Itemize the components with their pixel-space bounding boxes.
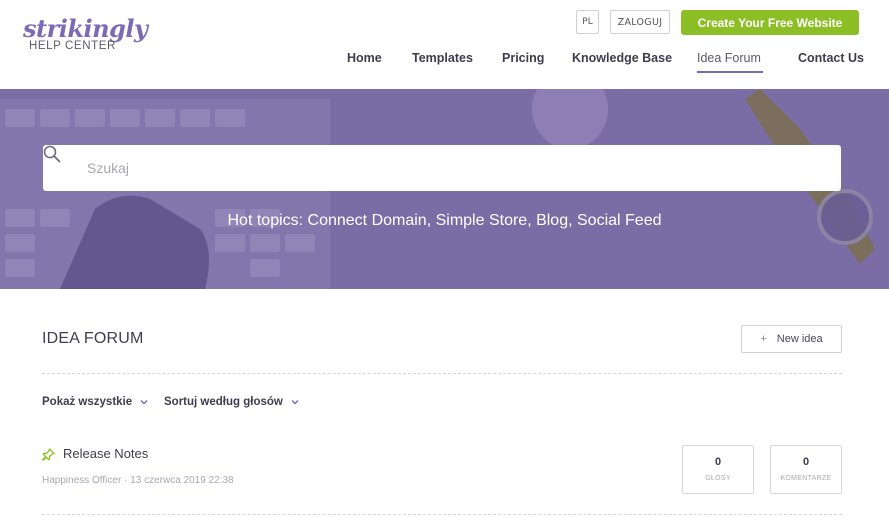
sort-label: Sortuj według głosów — [164, 396, 283, 408]
comments-box[interactable]: 0 KOMENTARZE — [770, 445, 842, 494]
chevron-down-icon — [140, 400, 148, 405]
nav-pricing[interactable]: Pricing — [502, 51, 544, 71]
nav-knowledge-base[interactable]: Knowledge Base — [572, 51, 672, 71]
nav-active-indicator — [697, 71, 763, 73]
search-bar — [43, 145, 841, 191]
site-header: strikingly HELP CENTER PL ZALOGUJ Create… — [0, 0, 889, 89]
divider — [42, 514, 842, 515]
nav-templates[interactable]: Templates — [412, 51, 473, 71]
post-meta: Happiness Officer · 13 czerwca 2019 22:3… — [42, 475, 234, 486]
new-idea-button[interactable]: + New idea — [741, 325, 842, 353]
hot-topics: Hot topics: Connect Domain, Simple Store… — [227, 212, 662, 229]
votes-count: 0 — [714, 456, 722, 468]
logo[interactable]: strikingly HELP CENTER — [23, 14, 148, 52]
login-button[interactable]: ZALOGUJ — [610, 10, 670, 34]
new-idea-label: New idea — [776, 333, 823, 345]
votes-label: GŁOSY — [705, 475, 731, 482]
comments-label: KOMENTARZE — [780, 475, 832, 482]
divider — [42, 373, 842, 374]
post-author[interactable]: Happiness Officer — [42, 475, 121, 486]
sort-dropdown[interactable]: Sortuj według głosów — [164, 396, 299, 408]
create-website-button[interactable]: Create Your Free Website — [681, 10, 859, 35]
nav-home[interactable]: Home — [347, 51, 382, 71]
hero-banner: Hot topics: Connect Domain, Simple Store… — [0, 89, 889, 289]
nav-idea-forum[interactable]: Idea Forum — [697, 51, 761, 71]
plus-icon: + — [760, 333, 767, 345]
search-input[interactable] — [87, 145, 827, 191]
filter-show-dropdown[interactable]: Pokaż wszystkie — [42, 396, 148, 408]
page-title: IDEA FORUM — [42, 330, 144, 347]
post-date: 13 czerwca 2019 22:38 — [130, 475, 234, 486]
comments-count: 0 — [802, 456, 810, 468]
post-title-link[interactable]: Release Notes — [63, 446, 148, 461]
votes-box[interactable]: 0 GŁOSY — [682, 445, 754, 494]
logo-wordmark: strikingly — [23, 14, 148, 43]
nav-contact-us[interactable]: Contact Us — [798, 51, 864, 71]
search-icon — [43, 145, 61, 163]
pin-icon — [42, 448, 55, 461]
chevron-down-icon — [291, 400, 299, 405]
language-button[interactable]: PL — [576, 10, 599, 34]
filter-show-label: Pokaż wszystkie — [42, 396, 133, 408]
